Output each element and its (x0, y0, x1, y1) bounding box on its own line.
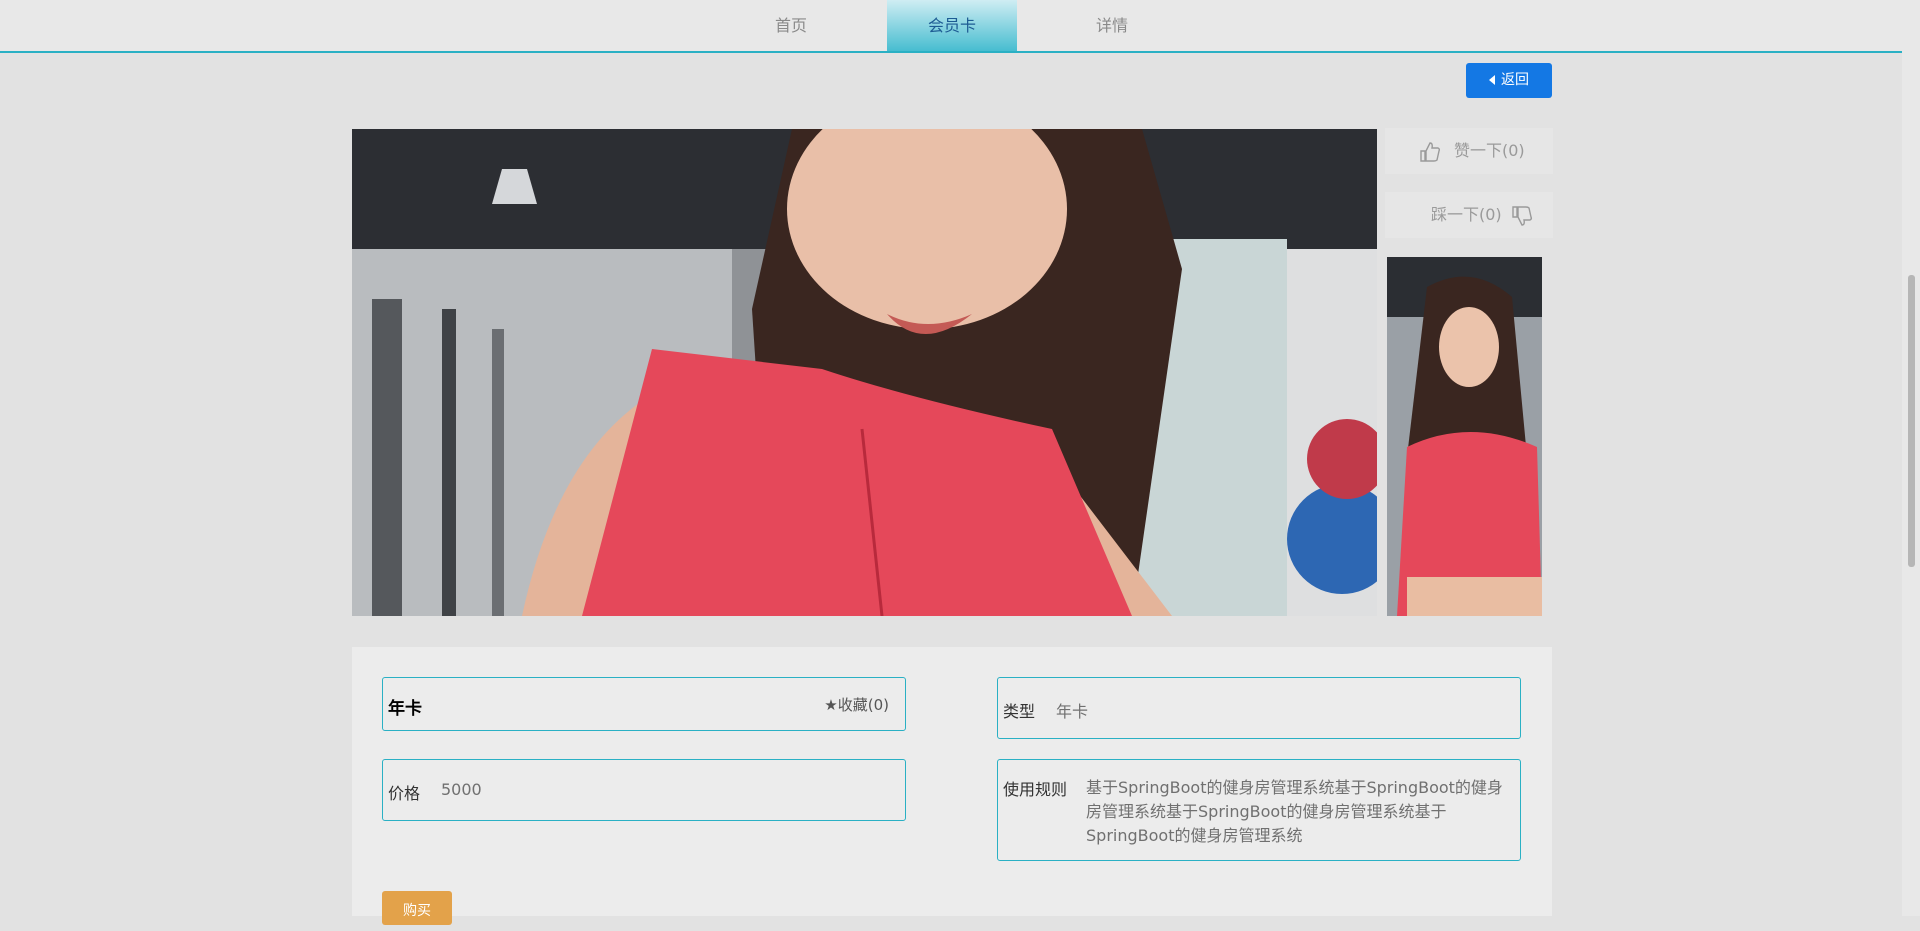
vertical-scrollbar[interactable] (1902, 0, 1920, 916)
buy-button[interactable]: 购买 (382, 891, 452, 925)
type-label: 类型 (1003, 702, 1036, 721)
dislike-label: 踩一下(0) (1431, 205, 1502, 224)
card-name-field: 年卡 ★收藏(0) (382, 677, 906, 731)
main-photo (352, 129, 1377, 616)
type-value: 年卡 (1056, 702, 1089, 721)
caret-left-icon (1489, 75, 1495, 85)
price-value: 5000 (441, 780, 482, 799)
thumbnail-photo[interactable] (1387, 257, 1542, 616)
main-photo-image (352, 129, 1377, 616)
rules-field: 使用规则 基于SpringBoot的健身房管理系统基于SpringBoot的健身… (997, 759, 1521, 861)
rules-label: 使用规则 (1003, 780, 1068, 799)
back-button-label: 返回 (1501, 72, 1529, 88)
dislike-box[interactable]: 踩一下(0) (1385, 192, 1553, 238)
favorite-button[interactable]: ★收藏(0) (824, 694, 889, 715)
star-icon: ★ (824, 696, 838, 714)
thumbs-down-icon (1512, 206, 1533, 226)
type-field: 类型 年卡 (997, 677, 1521, 739)
back-button[interactable]: 返回 (1466, 63, 1552, 98)
scrollbar-thumb[interactable] (1908, 275, 1915, 567)
card-name: 年卡 (388, 699, 422, 719)
favorite-label: 收藏(0) (837, 696, 889, 714)
top-navigation: 首页 会员卡 详情 (0, 0, 1902, 53)
thumbs-up-icon (1420, 142, 1441, 162)
nav-item-membership-card[interactable]: 会员卡 (887, 0, 1017, 51)
nav-item-home[interactable]: 首页 (726, 0, 856, 51)
thumbnail-photo-image (1387, 257, 1542, 616)
like-label: 赞一下(0) (1454, 141, 1525, 160)
price-field: 价格 5000 (382, 759, 906, 821)
like-box[interactable]: 赞一下(0) (1385, 128, 1553, 174)
price-label: 价格 (388, 784, 421, 803)
rules-value: 基于SpringBoot的健身房管理系统基于SpringBoot的健身房管理系统… (1086, 778, 1503, 845)
card-info-panel: 年卡 ★收藏(0) 价格 5000 类型 年卡 使用规则 基于SpringBoo… (352, 647, 1552, 916)
nav-item-detail[interactable]: 详情 (1047, 0, 1177, 51)
